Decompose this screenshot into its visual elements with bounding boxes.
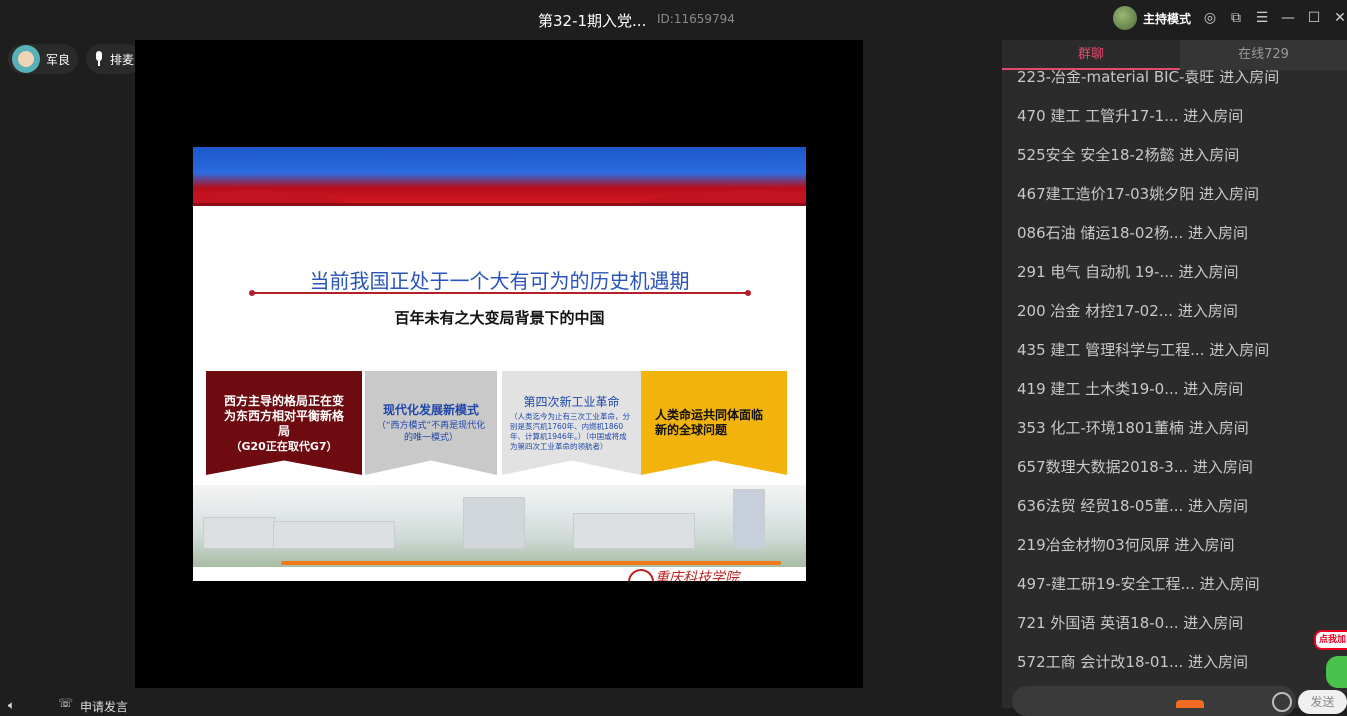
list-item: 219冶金材物03何凤屏 进入房间 [1017,536,1235,554]
popout-icon[interactable]: ⧉ [1228,10,1244,26]
mic-icon [94,51,104,67]
queue-mic-button[interactable]: 排麦 [86,44,143,74]
slide-title: 当前我国正处于一个大有可为的历史机遇期 [309,269,690,293]
menu-icon[interactable]: ☰ [1254,10,1270,26]
slide-box-west-east: 西方主导的格局正在变为东西方相对平衡新格局 （G20正在取代G7） [206,371,362,475]
tab-online[interactable]: 在线729 [1180,40,1347,70]
apply-speak-button[interactable]: 申请发言 [80,698,128,715]
list-item: 657数理大数据2018-3... 进入房间 [1017,458,1253,476]
video-stage: 当前我国正处于一个大有可为的历史机遇期 百年未有之大变局背景下的中国 西方主导的… [135,40,863,688]
host-avatar [1113,6,1137,30]
list-item: 525安全 安全18-2杨懿 进入房间 [1017,146,1240,164]
host-mode-toggle[interactable]: 主持模式 [1113,6,1191,30]
maximize-icon[interactable]: ☐ [1306,10,1322,26]
tab-group-chat[interactable]: 群聊 [1002,40,1180,70]
room-title: 第32-1期入党... [538,12,647,30]
avatar [12,45,40,73]
university-seal-icon [628,569,654,581]
promo-label: 点我加 [1314,630,1347,650]
queue-mic-label: 排麦 [110,52,135,67]
list-item: 467建工造价17-03姚夕阳 进入房间 [1017,185,1259,203]
list-item: 636法贸 经贸18-05董... 进入房间 [1017,497,1249,515]
list-item: 572工商 会计改18-01... 进入房间 [1017,653,1249,671]
title-divider [249,290,751,296]
room-id: ID:11659794 [657,12,735,26]
list-item: 721 外国语 英语18-0... 进入房间 [1017,614,1244,632]
chat-message-list[interactable]: 223-冶金-material BIC-袁旺 进入房间 470 建工 工管升17… [1002,70,1347,685]
list-item: 223-冶金-material BIC-袁旺 进入房间 [1017,70,1280,86]
slide-box-modernization: 现代化发展新模式 （“西方模式”不再是现代化的唯一模式） [365,371,497,475]
title-bar: 第32-1期入党... ID:11659794 主持模式 ◎ ⧉ ☰ — ☐ ✕ [0,0,1347,40]
list-item: 497-建工研19-安全工程... 进入房间 [1017,575,1260,593]
campus-photo [193,485,806,567]
list-item: 470 建工 工管升17-1... 进入房间 [1017,107,1244,125]
send-button[interactable]: 发送 [1298,690,1347,714]
promo-widget[interactable]: 点我加 [1314,626,1347,688]
university-logo: 重庆科技学院 [655,570,739,581]
slide-box-industrial-revolution: 第四次新工业革命 （人类迄今为止有三次工业革命，分别是蒸汽机1760年、内燃机1… [502,371,641,475]
mascot-icon [1326,656,1347,688]
slide-box-shared-future: 人类命运共同体面临新的全球问题 [641,371,787,475]
user-name: 军良 [46,52,71,67]
slide-accent-bar [281,561,781,565]
list-item: 435 建工 管理科学与工程... 进入房间 [1017,341,1270,359]
list-item: 086石油 储运18-02杨... 进入房间 [1017,224,1249,242]
settings-icon[interactable]: ◎ [1202,10,1218,26]
side-panel: 群聊 在线729 223-冶金-material BIC-袁旺 进入房间 470… [1002,40,1347,708]
host-mode-label: 主持模式 [1143,11,1192,26]
emoji-icon[interactable] [1272,692,1292,712]
speaker-icon[interactable]: 🔈︎ [8,698,22,712]
list-item: 291 电气 自动机 19-... 进入房间 [1017,263,1239,281]
minimize-icon[interactable]: — [1280,10,1296,26]
chat-input[interactable] [1012,686,1296,716]
presentation-slide: 当前我国正处于一个大有可为的历史机遇期 百年未有之大变局背景下的中国 西方主导的… [193,147,806,581]
list-item: 419 建工 土木类19-0... 进入房间 [1017,380,1244,398]
list-item: 353 化工-环境1801董楠 进入房间 [1017,419,1249,437]
slide-subtitle: 百年未有之大变局背景下的中国 [394,309,605,327]
user-badge[interactable]: 军良 [8,44,79,74]
list-item: 200 冶金 材控17-02... 进入房间 [1017,302,1238,320]
gift-icon[interactable] [1176,700,1204,708]
close-icon[interactable]: ✕ [1332,10,1347,26]
